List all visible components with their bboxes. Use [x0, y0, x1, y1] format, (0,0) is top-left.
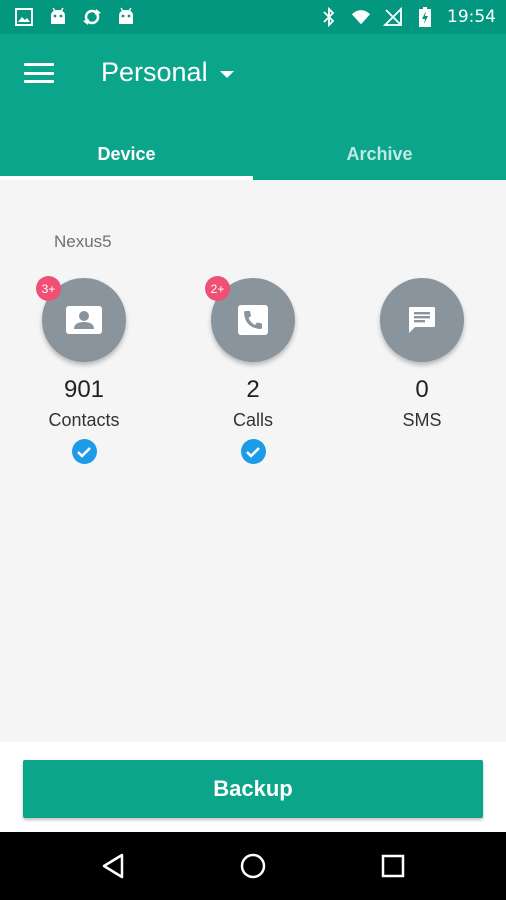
tab-archive[interactable]: Archive [253, 129, 506, 180]
device-panel: Nexus5 3+ 901 Contacts 2+ 2 Calls 0 SMS [0, 180, 506, 742]
phone-icon [238, 305, 268, 335]
contacts-button[interactable]: 3+ [36, 276, 126, 362]
sms-count: 0 [415, 376, 429, 403]
sms-label: SMS [402, 410, 442, 430]
app-bar: Personal Device Archive [0, 34, 506, 180]
stat-calls[interactable]: 2+ 2 Calls [188, 276, 318, 464]
backup-area: Backup [0, 742, 506, 832]
account-dropdown[interactable]: Personal [101, 54, 234, 90]
bluetooth-icon [319, 6, 339, 28]
tab-device[interactable]: Device [0, 129, 253, 180]
message-icon [409, 307, 435, 333]
calls-count: 2 [246, 376, 260, 403]
tab-bar: Device Archive [0, 129, 506, 180]
battery-charging-icon [415, 6, 435, 28]
sync-icon [82, 6, 102, 28]
back-icon[interactable] [93, 850, 133, 882]
home-icon[interactable] [233, 850, 273, 882]
contacts-check-icon[interactable] [71, 439, 97, 464]
sms-button[interactable] [380, 278, 464, 362]
android-icon [116, 6, 136, 28]
stat-contacts[interactable]: 3+ 901 Contacts [19, 276, 149, 464]
menu-icon[interactable] [24, 60, 54, 86]
device-name: Nexus5 [54, 232, 112, 251]
backup-button[interactable]: Backup [23, 760, 483, 818]
account-label: Personal [101, 56, 208, 87]
calls-badge: 2+ [205, 276, 230, 301]
contact-card-icon [66, 306, 102, 334]
recents-icon[interactable] [373, 850, 413, 882]
status-time: 19:54 [447, 7, 496, 27]
caret-down-icon [219, 70, 234, 78]
wifi-icon [351, 6, 371, 28]
system-nav-bar [0, 832, 506, 900]
contacts-badge: 3+ [36, 276, 61, 301]
calls-label: Calls [232, 410, 273, 430]
android-icon [48, 6, 68, 28]
no-signal-icon [383, 6, 403, 28]
status-bar: 19:54 [0, 0, 506, 34]
calls-button[interactable]: 2+ [205, 276, 295, 362]
contacts-label: Contacts [48, 410, 120, 430]
stat-sms[interactable]: 0 SMS [357, 278, 487, 431]
contacts-count: 901 [63, 376, 105, 403]
calls-check-icon[interactable] [240, 439, 266, 464]
image-icon [14, 6, 34, 28]
